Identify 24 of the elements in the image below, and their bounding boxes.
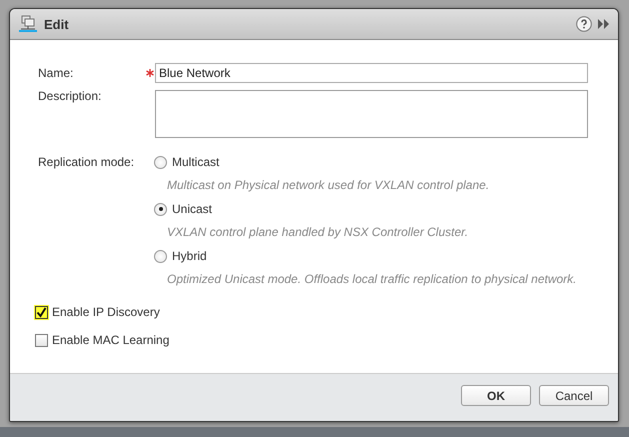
checkbox[interactable] xyxy=(35,334,48,346)
field-label: Replication mode: xyxy=(38,154,136,171)
radio-label[interactable]: Unicast xyxy=(172,199,212,219)
field-label: Name: xyxy=(38,65,74,82)
description-field[interactable] xyxy=(155,90,588,138)
radio-button[interactable] xyxy=(154,250,167,262)
name-field[interactable]: Blue Network xyxy=(155,63,588,83)
checkbox[interactable] xyxy=(35,306,48,318)
radio-button[interactable] xyxy=(154,202,167,216)
option-description: Multicast on Physical network used for VXLAN control plane. xyxy=(167,177,490,194)
network-icon xyxy=(18,15,38,33)
dialog-title: Edit xyxy=(44,16,70,32)
ok-button[interactable]: OK xyxy=(461,385,531,406)
radio-label[interactable]: Multicast xyxy=(172,152,220,172)
field-label: Description: xyxy=(38,88,102,105)
option-description: VXLAN control plane handled by NSX Controller Cluster. xyxy=(167,224,470,241)
radio-button[interactable] xyxy=(154,156,167,168)
checkbox-label[interactable]: Enable MAC Learning xyxy=(52,330,170,350)
radio-label[interactable]: Hybrid xyxy=(172,246,207,266)
checkbox-label[interactable]: Enable IP Discovery xyxy=(52,302,160,322)
cancel-button[interactable]: Cancel xyxy=(539,385,609,406)
expand-icon[interactable] xyxy=(598,19,610,29)
option-description: Optimized Unicast mode. Offloads local traffic replication to physical network. xyxy=(167,271,578,288)
help-icon[interactable] xyxy=(576,16,592,32)
